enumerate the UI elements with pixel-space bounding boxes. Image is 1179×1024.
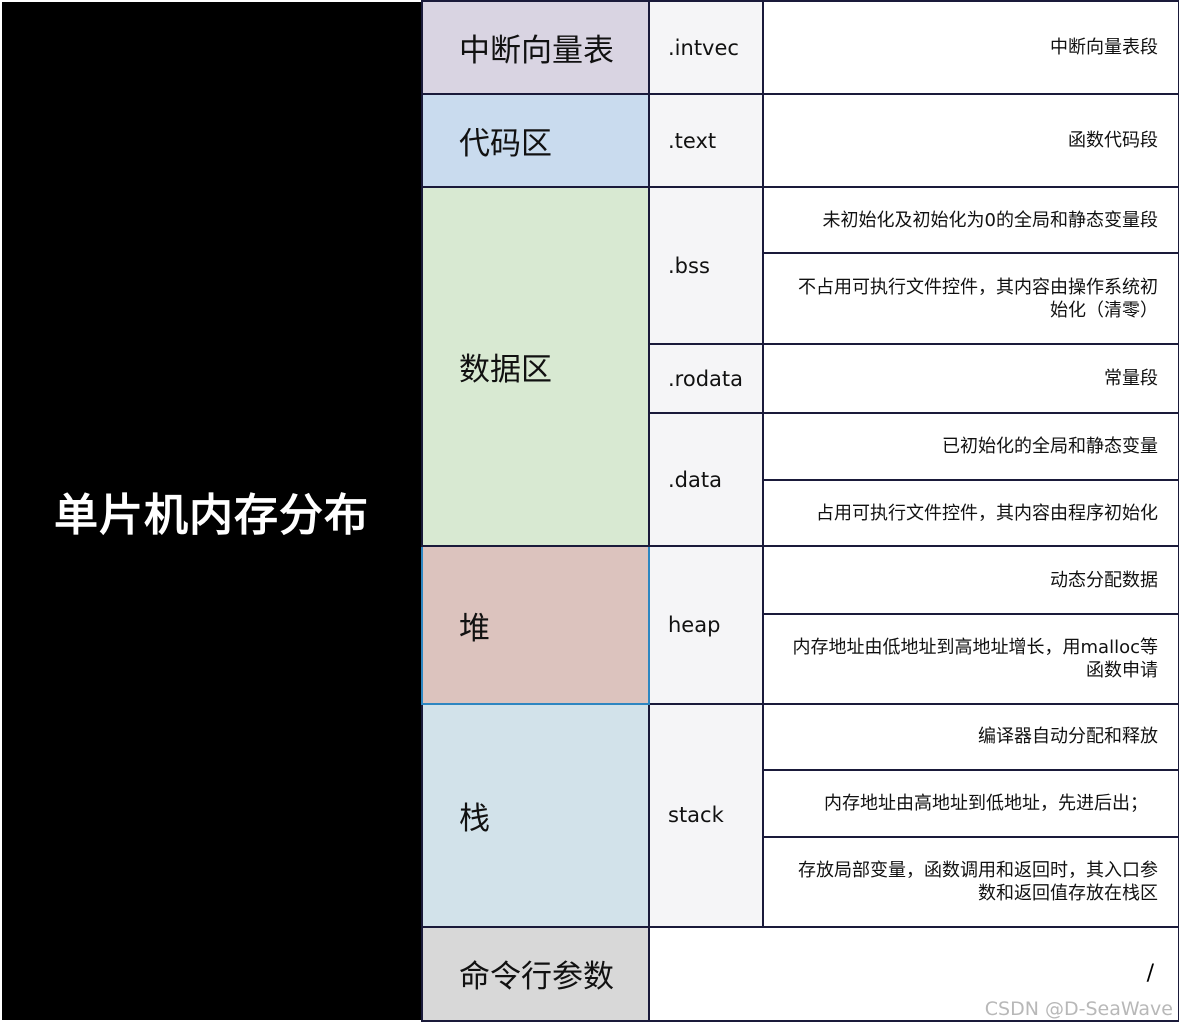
section-heap: heap (648, 545, 764, 705)
desc-text: 函数代码段 (762, 93, 1179, 189)
table-row: 代码区 .text 函数代码段 (421, 93, 1179, 189)
section-rodata: .rodata (648, 343, 764, 415)
memory-layout-diagram: 单片机内存分布 中断向量表 .intvec 中断向量表段 代码区 .text 函… (0, 0, 1179, 1024)
watermark: CSDN @D-SeaWave (984, 998, 1173, 1020)
section-bss: .bss (648, 186, 764, 346)
desc-heap-1: 动态分配数据 (762, 545, 1179, 615)
diagram-title: 单片机内存分布 (54, 490, 369, 541)
category-text: 代码区 (421, 93, 650, 189)
section-data: .data (648, 412, 764, 548)
desc-heap-2: 内存地址由低地址到高地址增长，用malloc等函数申请 (762, 612, 1179, 705)
title-column: 单片机内存分布 (2, 2, 421, 1020)
section-stack: stack (648, 702, 764, 928)
table-row: 中断向量表 .intvec 中断向量表段 (421, 0, 1179, 96)
desc-rodata: 常量段 (762, 343, 1179, 415)
desc-data-2: 占用可执行文件控件，其内容由程序初始化 (762, 479, 1179, 548)
table-row: 数据区 .bss 未初始化及初始化为0的全局和静态变量段 (421, 186, 1179, 548)
category-intvec: 中断向量表 (421, 0, 650, 96)
category-stack: 栈 (421, 702, 650, 928)
section-text: .text (648, 93, 764, 189)
desc-data-1: 已初始化的全局和静态变量 (762, 412, 1179, 482)
section-intvec: .intvec (648, 0, 764, 96)
desc-bss-1: 未初始化及初始化为0的全局和静态变量段 (762, 186, 1179, 255)
category-heap: 堆 (421, 545, 650, 705)
table-row: 栈 stack 编译器自动分配和释放 (421, 702, 1179, 928)
table-row: 堆 heap 动态分配数据 (421, 545, 1179, 705)
desc-stack-1: 编译器自动分配和释放 (762, 702, 1179, 771)
desc-bss-2: 不占用可执行文件控件，其内容由操作系统初始化（清零） (762, 252, 1179, 346)
desc-stack-2: 内存地址由高地址到低地址，先进后出； (762, 768, 1179, 838)
desc-intvec: 中断向量表段 (762, 0, 1179, 96)
desc-stack-3: 存放局部变量，函数调用和返回时，其入口参数和返回值存放在栈区 (762, 835, 1179, 928)
category-data-region: 数据区 (421, 186, 650, 548)
memory-table: 中断向量表 .intvec 中断向量表段 代码区 .text 函数代码段 数据区… (421, 0, 1179, 1023)
category-args: 命令行参数 (421, 925, 650, 1023)
